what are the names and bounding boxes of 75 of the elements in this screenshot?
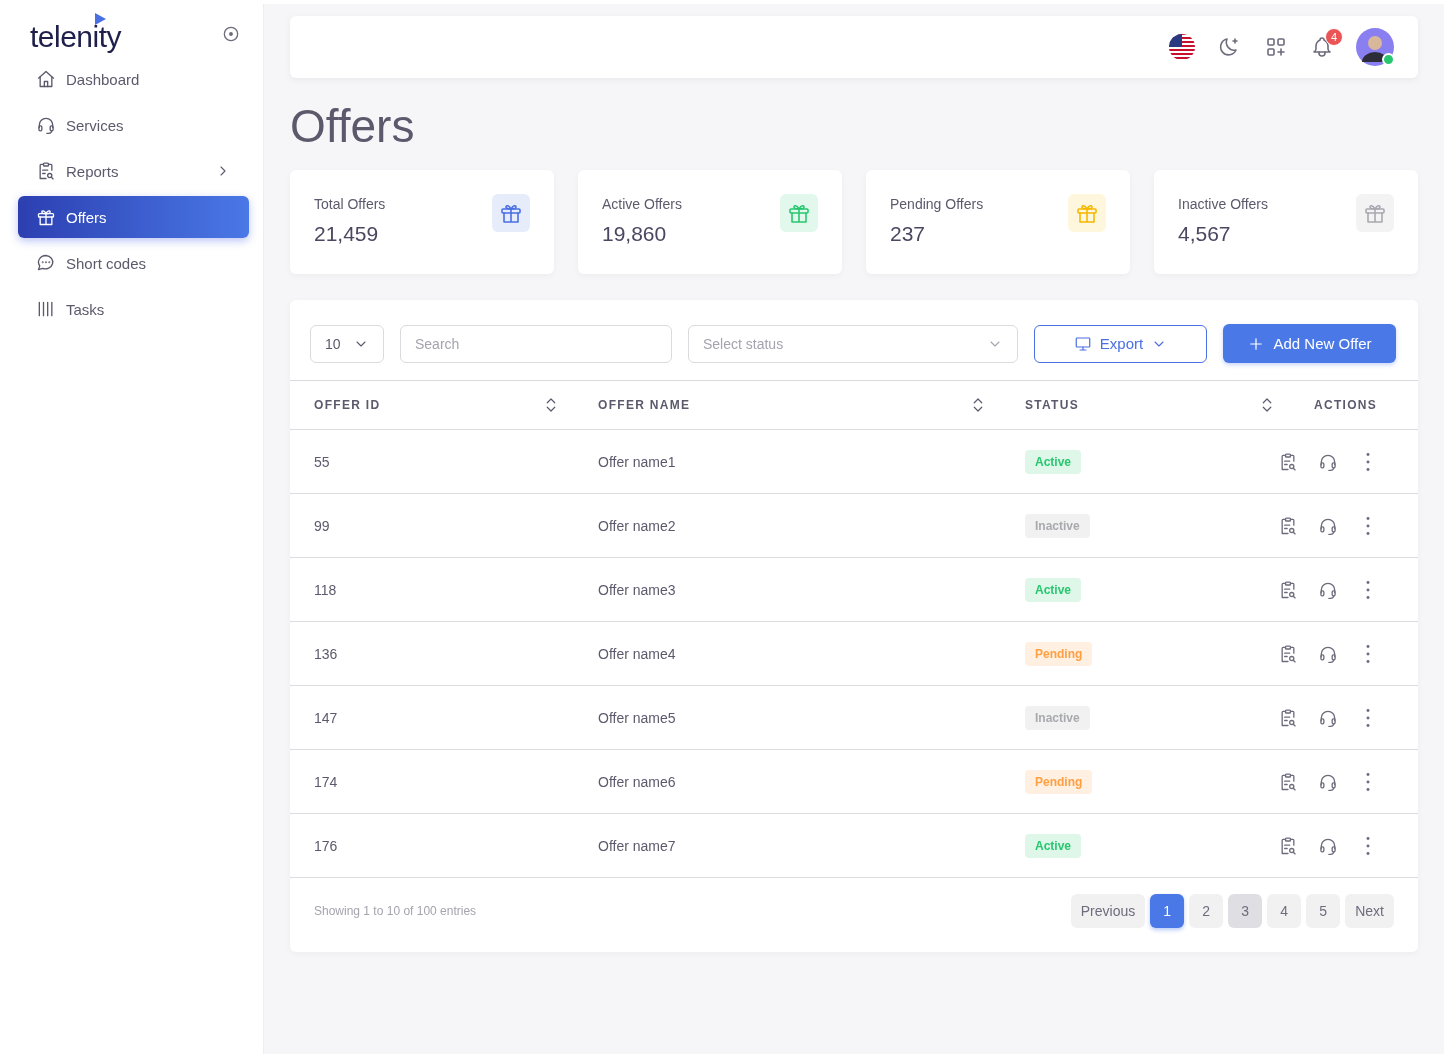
- stat-label: Total Offers: [314, 196, 386, 212]
- status-tag: Pending: [1025, 769, 1093, 794]
- add-offer-button[interactable]: Add New Offer: [1223, 324, 1396, 363]
- table-cell: 147: [290, 686, 574, 750]
- stat-value: 4,567: [1178, 222, 1232, 246]
- stat-value: 21,459: [314, 222, 380, 246]
- user-avatar[interactable]: [1356, 28, 1394, 66]
- more-vertical-icon[interactable]: [1366, 516, 1370, 535]
- sidebar-item[interactable]: Reports: [18, 150, 249, 192]
- stat-value: 237: [890, 222, 927, 246]
- monitor-icon: [1073, 334, 1092, 353]
- stat-label: Pending Offers: [890, 196, 984, 212]
- stat-label: Inactive Offers: [1178, 196, 1268, 212]
- more-vertical-icon[interactable]: [1366, 644, 1370, 663]
- status-tag: Inactive: [1025, 705, 1090, 730]
- table-cell: Offer name7: [574, 814, 1001, 878]
- logo-text: telenity: [30, 20, 122, 53]
- collapse-toggle-icon[interactable]: [221, 24, 241, 44]
- table-cell: Offer name5: [574, 686, 1001, 750]
- column-header[interactable]: OFFER NAME: [574, 380, 1001, 430]
- headset-icon: [36, 115, 56, 135]
- page-button[interactable]: 4: [1267, 894, 1302, 928]
- flag-icon[interactable]: [1168, 33, 1196, 61]
- sidebar-item[interactable]: Short codes: [18, 242, 249, 284]
- sidebar-item[interactable]: Dashboard: [18, 58, 249, 100]
- table-cell: 99: [290, 494, 574, 558]
- entries-summary: Showing 1 to 10 of 100 entries: [314, 904, 477, 918]
- notifications-button[interactable]: 4: [1310, 28, 1343, 59]
- status-tag: Pending: [1025, 641, 1093, 666]
- previous-button[interactable]: Previous: [1070, 894, 1146, 928]
- more-vertical-icon[interactable]: [1366, 580, 1370, 599]
- sidebar-item[interactable]: Tasks: [18, 288, 249, 330]
- more-vertical-icon[interactable]: [1366, 452, 1370, 471]
- more-vertical-icon[interactable]: [1366, 836, 1370, 855]
- export-button[interactable]: Export: [1034, 324, 1207, 363]
- page-button[interactable]: 5: [1306, 894, 1341, 928]
- table-cell: 136: [290, 622, 574, 686]
- table-cell: Offer name2: [574, 494, 1001, 558]
- gift-icon: [36, 207, 56, 227]
- home-icon: [36, 69, 56, 89]
- sidebar-item[interactable]: Services: [18, 104, 249, 146]
- status-tag: Active: [1025, 577, 1082, 602]
- vertical-bars-icon: [36, 299, 56, 319]
- status-tag: Active: [1025, 833, 1082, 858]
- radio-circle-icon: [221, 24, 241, 44]
- status-tag: Active: [1025, 449, 1082, 474]
- table-cell: 176: [290, 814, 574, 878]
- table-cell: Offer name6: [574, 750, 1001, 814]
- next-button[interactable]: Next: [1345, 894, 1394, 928]
- table-cell: 118: [290, 558, 574, 622]
- stat-value: 19,860: [602, 222, 668, 246]
- apps-grid-icon[interactable]: [1264, 35, 1288, 59]
- table-cell: Offer name1: [574, 430, 1001, 494]
- chat-bubble-icon: [36, 253, 56, 273]
- triangle-icon: [94, 13, 106, 25]
- column-header[interactable]: ACTIONS: [1290, 380, 1418, 430]
- sidebar-item[interactable]: Offers: [18, 196, 249, 238]
- more-vertical-icon[interactable]: [1366, 772, 1370, 791]
- page-button[interactable]: 3: [1228, 894, 1263, 928]
- page-title: Offers: [290, 99, 416, 154]
- notification-count: 4: [1325, 28, 1343, 46]
- page-size-select[interactable]: 10: [310, 324, 384, 363]
- table-cell: Offer name4: [574, 622, 1001, 686]
- page-button[interactable]: 2: [1189, 894, 1224, 928]
- column-header[interactable]: STATUS: [1001, 380, 1290, 430]
- page-button[interactable]: 1: [1150, 894, 1185, 928]
- table-cell: 55: [290, 430, 574, 494]
- squares-plus-drawing: [1264, 35, 1288, 59]
- table-cell: 174: [290, 750, 574, 814]
- stat-label: Active Offers: [602, 196, 682, 212]
- more-vertical-icon[interactable]: [1366, 708, 1370, 727]
- column-header[interactable]: OFFER ID: [290, 380, 574, 430]
- status-tag: Inactive: [1025, 513, 1090, 538]
- table-cell: Offer name3: [574, 558, 1001, 622]
- search-field[interactable]: Search: [400, 324, 672, 363]
